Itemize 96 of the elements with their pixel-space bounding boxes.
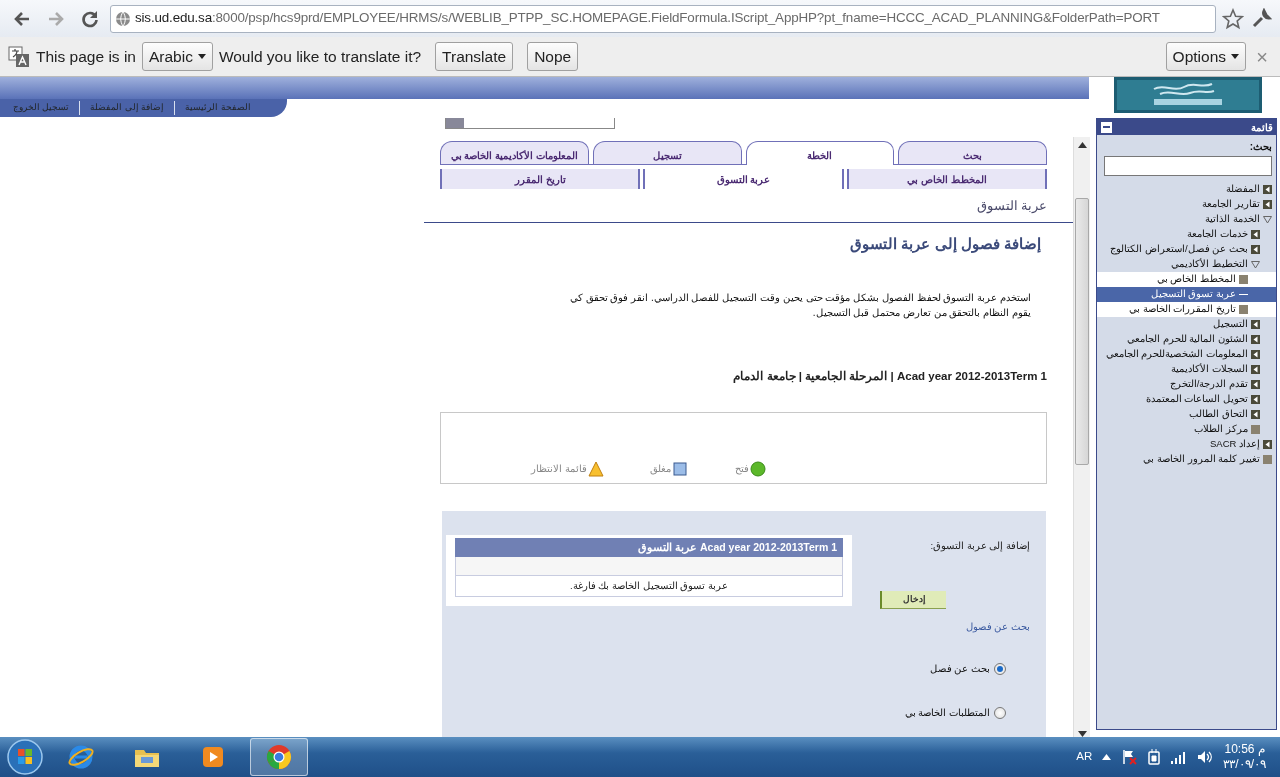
- menu-folder[interactable]: خدمات الجامعة: [1187, 227, 1248, 242]
- dropdown-field[interactable]: [445, 118, 615, 129]
- radio-label: المتطلبات الخاصة بي: [904, 706, 990, 721]
- menu-link[interactable]: مركز الطلاب: [1194, 422, 1248, 437]
- expanded-arrow-icon[interactable]: [1251, 260, 1260, 269]
- dismiss-button[interactable]: Nope: [527, 42, 579, 71]
- folder-arrow-icon[interactable]: [1251, 410, 1260, 419]
- folder-arrow-icon[interactable]: [1263, 440, 1272, 449]
- folder-arrow-icon[interactable]: [1251, 395, 1260, 404]
- search-field[interactable]: [1104, 156, 1272, 176]
- url-text: sis.ud.edu.sa:8000/psp/hcs9prd/EMPLOYEE/HRMS/s/WEBLIB_PTPP_SC.HOMEPAGE.FieldFormula.IScript_AppHP?pt_fname=HCCC_ACAD_PLANNING&FolderPath=PORT: [135, 9, 1160, 28]
- legend-label: مغلق: [650, 462, 672, 476]
- tab[interactable]: المعلومات الأكاديمية الخاصة بي: [440, 141, 589, 164]
- folder-arrow-icon[interactable]: [1251, 230, 1260, 239]
- menu-folder[interactable]: التسجيل: [1213, 317, 1248, 332]
- menu-folder[interactable]: التحاق الطالب: [1189, 407, 1248, 422]
- menu-link[interactable]: عربة تسوق التسجيل: [1150, 287, 1236, 302]
- menu-folder[interactable]: تقارير الجامعة: [1202, 197, 1260, 212]
- power-icon[interactable]: [1147, 749, 1162, 765]
- open-icon: [750, 460, 766, 477]
- menu-folder[interactable]: بحث عن فصل/استعراض الكتالوج: [1110, 242, 1248, 257]
- language-dropdown[interactable]: Arabic: [141, 42, 213, 71]
- translate-prompt: This page is in: [36, 46, 136, 67]
- term-text: Acad year 2012-2013Term 1 | المرحلة الجامعية | جامعة الدمام: [732, 369, 1047, 386]
- menu-link[interactable]: تغيير كلمة المرور الخاصة بي: [1143, 452, 1260, 467]
- caret-icon: [197, 54, 206, 59]
- translate-question: Would you like to translate it?: [218, 46, 422, 67]
- speaker-icon[interactable]: [1197, 749, 1214, 765]
- page-title: عربة التسوق: [975, 198, 1047, 216]
- folder-arrow-icon[interactable]: [1251, 365, 1260, 374]
- waitlist-icon: [587, 460, 604, 477]
- chrome-icon: [265, 743, 293, 771]
- cart-table-title: Acad year 2012-2013Term 1 عربة التسوق: [455, 537, 843, 557]
- show-hidden-icons[interactable]: [1102, 754, 1112, 760]
- menu-title: قائمة: [1251, 120, 1273, 135]
- clock-date[interactable]: ٣٣/٠٩/٠٩: [1223, 757, 1266, 772]
- radio-button[interactable]: [994, 663, 1006, 676]
- folder-arrow-icon[interactable]: [1263, 200, 1272, 209]
- globe-icon: [115, 10, 131, 27]
- enter-button[interactable]: إدخال: [880, 590, 946, 609]
- folder-arrow-icon[interactable]: [1251, 350, 1260, 359]
- menu-folder[interactable]: الشئون المالية للحرم الجامعي: [1127, 332, 1248, 347]
- clock-time[interactable]: 10:56 م: [1223, 742, 1266, 757]
- menu-folder[interactable]: السجلات الأكاديمية: [1171, 362, 1248, 377]
- language-indicator[interactable]: AR: [1076, 748, 1093, 766]
- legend-label: فتح: [735, 462, 749, 476]
- menu-folder[interactable]: المفضلة: [1226, 182, 1260, 197]
- collapse-menu-icon[interactable]: [1101, 121, 1112, 133]
- caret-icon: [1231, 54, 1239, 59]
- closed-icon: [672, 460, 689, 477]
- tab[interactable]: الخطة: [745, 141, 895, 165]
- folder-arrow-icon[interactable]: [1251, 335, 1260, 344]
- menu-folder[interactable]: الخدمة الذاتية: [1205, 212, 1260, 227]
- scroll-up-icon[interactable]: [1077, 142, 1087, 148]
- folder-arrow-icon[interactable]: [1251, 380, 1260, 389]
- search-heading: بحث عن فصول: [965, 619, 1030, 634]
- folder-arrow-icon[interactable]: [1263, 185, 1272, 194]
- expanded-arrow-icon[interactable]: [1263, 215, 1272, 224]
- folder-arrow-icon[interactable]: [1251, 320, 1260, 329]
- scrollbar[interactable]: [1073, 137, 1090, 737]
- legend-label: قائمة الانتظار: [531, 462, 587, 476]
- radio-option[interactable]: المتطلبات الخاصة بي: [904, 706, 1006, 721]
- menu-folder[interactable]: إعداد SACR: [1209, 437, 1260, 452]
- tab[interactable]: بحث: [898, 141, 1047, 164]
- menu-folder[interactable]: تحويل الساعات المعتمدة: [1145, 392, 1248, 407]
- address-field[interactable]: sis.ud.edu.sa:8000/psp/hcs9prd/EMPLOYEE/HRMS/s/WEBLIB_PTPP_SC.HOMEPAGE.FieldFormula.IScript_AppHP?pt_fname=HCCC_ACAD_PLANNING&FolderPath=PORT: [110, 4, 1216, 33]
- tab[interactable]: تسجيل: [592, 141, 742, 164]
- translate-icon: [8, 45, 30, 68]
- radio-option[interactable]: بحث عن فصل: [929, 662, 1006, 677]
- options-dropdown[interactable]: Options: [1165, 42, 1246, 71]
- add-to-cart-label: إضافة إلى عربة التسوق:: [930, 538, 1030, 553]
- bullet-icon: [1239, 305, 1248, 314]
- radio-button[interactable]: [994, 707, 1006, 720]
- page-heading: إضافة فصول إلى عربة التسوق: [849, 233, 1041, 255]
- sub-tab[interactable]: عربة التسوق: [643, 169, 844, 189]
- browser-icon: [67, 743, 95, 771]
- translate-button[interactable]: Translate: [435, 42, 514, 71]
- start-button[interactable]: [6, 738, 44, 776]
- menu-folder[interactable]: تقدم الدرجة/التخرج: [1169, 377, 1248, 392]
- bullet-icon: [1239, 275, 1248, 284]
- menu-folder[interactable]: التخطيط الأكاديمي: [1171, 257, 1248, 272]
- bullet-icon: [1263, 455, 1272, 464]
- folder-arrow-icon[interactable]: [1251, 245, 1260, 254]
- radio-label: بحث عن فصل: [929, 662, 990, 677]
- star-icon[interactable]: [1222, 7, 1244, 30]
- search-label: بحث:: [1248, 140, 1273, 154]
- sub-tab[interactable]: المخطط الخاص بي: [846, 169, 1047, 189]
- signal-icon[interactable]: [1171, 750, 1188, 764]
- empty-cart-message: عربة تسوق التسجيل الخاصة بك فارغة.: [455, 575, 843, 597]
- menu-folder[interactable]: المعلومات الشخصيةللحرم الجامعي: [1105, 347, 1248, 362]
- flag-icon[interactable]: [1121, 749, 1138, 765]
- instructions-text: استخدم عربة التسوق لحفظ الفصول بشكل مؤقت حتى يحين وقت التسجيل للفصل الدراسي. انقر فوق تحقق كي يقوم النظام بالتحقق من تعارض محتمل قبل التسجيل.: [568, 291, 1031, 321]
- bullet-icon: [1251, 425, 1260, 434]
- sub-tab[interactable]: تاريخ المقرر: [440, 169, 641, 189]
- taskbar-app[interactable]: [250, 738, 308, 776]
- settings-icon[interactable]: [1250, 7, 1272, 30]
